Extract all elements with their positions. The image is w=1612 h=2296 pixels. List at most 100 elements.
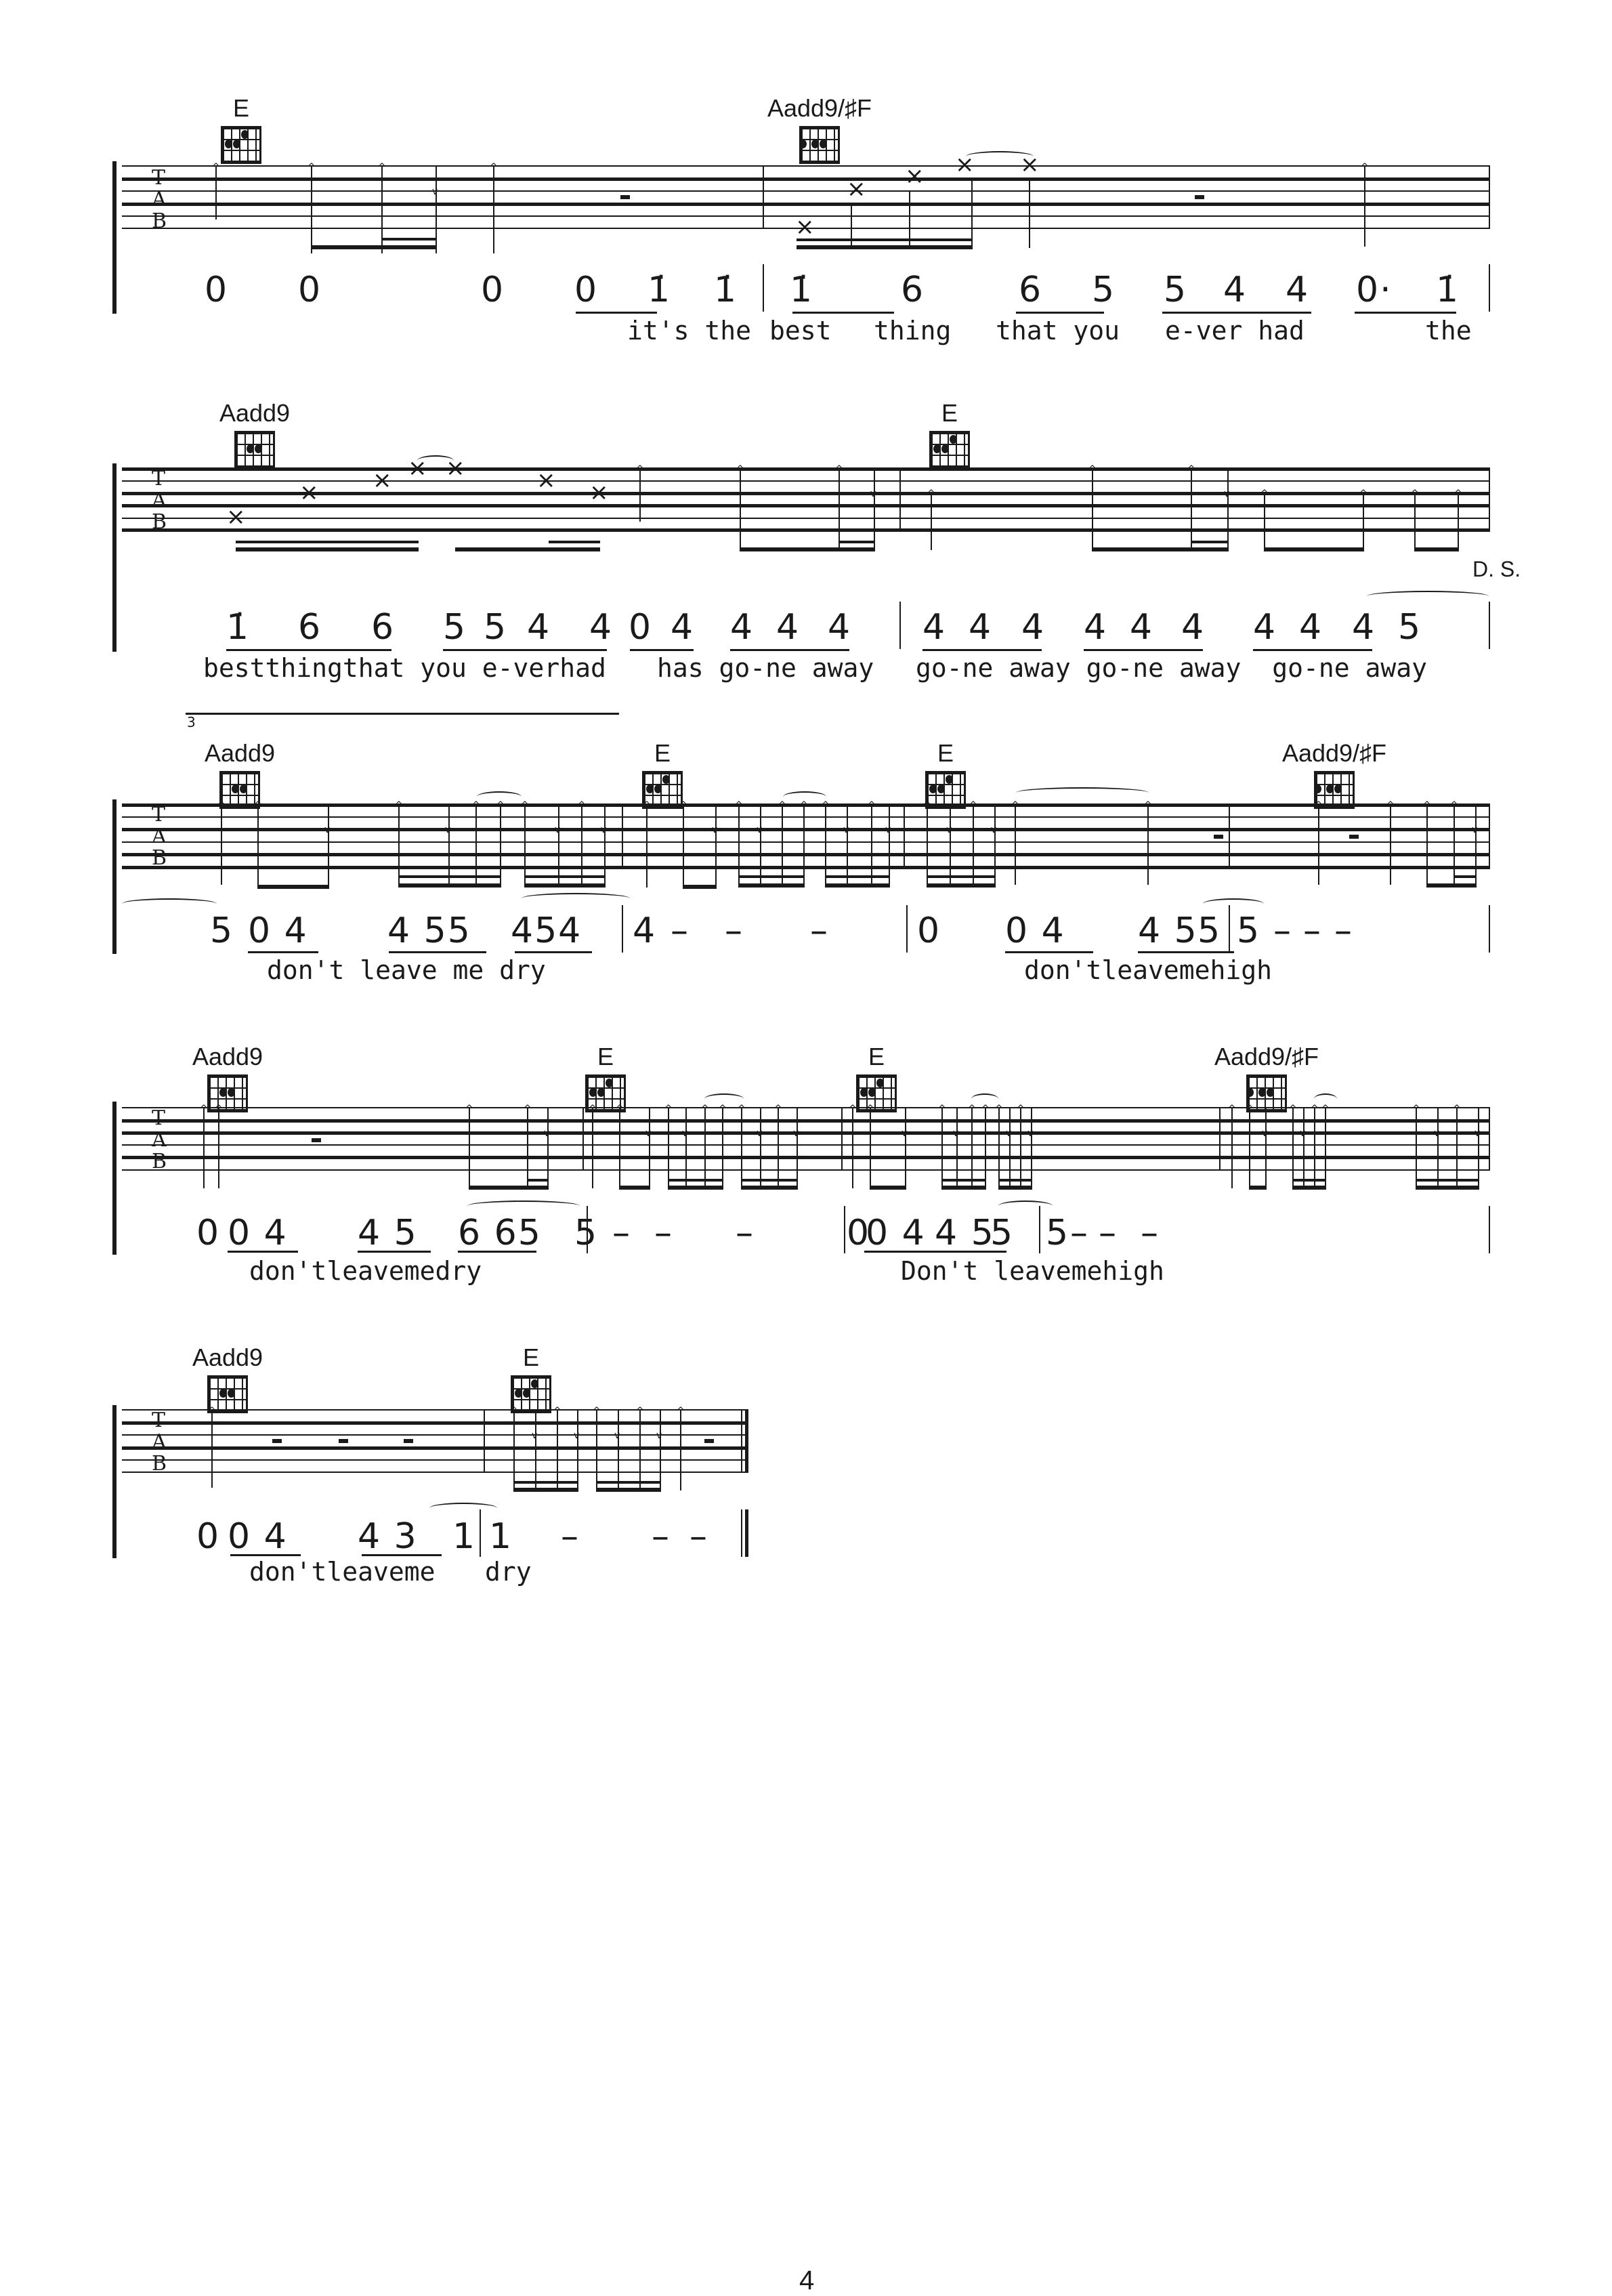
beat-underline: [792, 312, 894, 314]
chord-name: E: [868, 1043, 885, 1070]
beat-underline: [1138, 951, 1234, 953]
strum-arrow-up: ^: [835, 465, 843, 550]
arrowhead-up-icon: ^: [616, 1104, 624, 1114]
staff-line: [122, 203, 1490, 206]
arrowhead-down-icon: v: [324, 825, 331, 835]
jianpu-note: 4 5: [1138, 911, 1198, 951]
arrowhead-down-icon: v: [1472, 825, 1478, 835]
jianpu-note: 454: [511, 911, 582, 951]
lyric: bestthingthat you e-verhad: [203, 653, 606, 683]
finger-dot: [515, 1389, 522, 1398]
staff-line: [122, 1119, 1490, 1123]
finger-dot: [1258, 1088, 1266, 1097]
beam: [257, 885, 329, 889]
arrowhead-down-icon: v: [1006, 1128, 1012, 1139]
arrowhead-up-icon: ^: [778, 800, 786, 811]
beat-underline: [362, 1554, 442, 1556]
tie: [477, 791, 522, 802]
arrowhead-down-icon: v: [902, 1128, 908, 1139]
jianpu-note: 1̇: [714, 270, 738, 310]
arrowhead-down-icon: v: [885, 825, 891, 835]
beat-underline: [1355, 312, 1456, 314]
tie: [1203, 898, 1264, 909]
muted-note: ×: [905, 163, 925, 190]
barline: [899, 467, 901, 531]
strum-arrow-up-arpeggio: ^: [636, 465, 644, 522]
muted-note: ×: [847, 175, 866, 203]
beat-underline: [443, 649, 607, 651]
arrowhead-up-icon: ^: [677, 1406, 685, 1417]
arrowhead-up-icon: ^: [1260, 488, 1269, 499]
strum-arrow-up: ^: [866, 1104, 874, 1188]
system-bracket: [112, 1405, 122, 1558]
measure-bar: [1039, 1206, 1040, 1253]
strum-arrow-up: ^: [524, 1104, 532, 1188]
beat-underline: [458, 1251, 536, 1253]
lyric: thing: [874, 316, 952, 346]
strum-arrow-up: ^: [1361, 163, 1369, 247]
muted-note: ×: [226, 503, 246, 530]
arrowhead-down-icon: v: [991, 825, 997, 835]
arrowhead-up-icon: ^: [208, 1406, 216, 1417]
finger-dot: [531, 1379, 538, 1388]
finger-dot: [929, 785, 937, 793]
strum-arrow-up: ^: [1411, 489, 1419, 550]
jianpu-note: 6 65: [458, 1213, 542, 1253]
measure-bar: [480, 1509, 481, 1557]
finger-dot: [228, 1389, 235, 1398]
beat-underline: [226, 649, 391, 651]
strum-arrow-up: ^: [616, 1104, 624, 1188]
beat-underline: [515, 951, 592, 953]
arrowhead-up-icon: ^: [1088, 464, 1097, 475]
beam: [740, 547, 875, 551]
rest: [404, 1439, 413, 1443]
finger-dot: [820, 140, 827, 148]
arrowhead-up-icon: ^: [1321, 1104, 1330, 1114]
beam: [1292, 1179, 1326, 1182]
strum-arrow-up: ^: [1321, 1104, 1330, 1188]
tab-clef-t: T: [152, 1106, 166, 1130]
arrowhead-up-icon: ^: [254, 800, 262, 811]
system-bracket: [112, 1102, 122, 1255]
jianpu-note: 0·: [1356, 270, 1393, 310]
chord-e: E: [918, 740, 973, 809]
beam: [1292, 1186, 1326, 1190]
staff-line: [122, 816, 1490, 818]
strum-arrow-up: ^: [1423, 801, 1431, 888]
chord-name: E: [941, 399, 958, 427]
arrowhead-up-icon: ^: [927, 488, 935, 499]
beam: [1414, 547, 1459, 551]
strum-arrow-up: ^: [736, 465, 744, 550]
lyric: the: [1425, 316, 1472, 346]
strum-arrow-up: ^: [1187, 465, 1195, 550]
staff-line: [122, 1169, 1490, 1171]
strum-arrow-up: ^: [938, 1104, 946, 1188]
jianpu-note: 4: [527, 607, 551, 648]
jianpu-note: 0: [629, 607, 653, 648]
beam: [513, 1488, 578, 1492]
jianpu-note: 5: [574, 1213, 599, 1253]
arrowhead-up-icon: ^: [1412, 1104, 1420, 1114]
barline: [1219, 1107, 1221, 1171]
jianpu-note: 6: [901, 270, 925, 310]
arrowhead-down-icon: v: [757, 1128, 763, 1139]
chord-diagram-e: [221, 126, 261, 164]
beam: [398, 883, 501, 888]
tab-clef-t: T: [152, 166, 166, 190]
tab-clef-t: T: [152, 803, 166, 827]
strum-arrow-up: ^: [200, 1104, 208, 1188]
strum-arrow-up: ^: [981, 1104, 990, 1188]
finger-dot: [937, 785, 945, 793]
staff-line: [122, 1446, 745, 1450]
jianpu-note: –: [736, 1213, 755, 1253]
strum-arrow-up: ^: [1017, 1104, 1025, 1188]
staff-line: [122, 1156, 1490, 1159]
strum-arrow-up: ^: [1289, 1104, 1297, 1188]
finger-dot: [233, 140, 240, 148]
tie: [1367, 591, 1489, 602]
beam: [927, 883, 996, 888]
beam: [1264, 547, 1364, 551]
beam: [524, 883, 606, 888]
strum-arrow-down: v: [656, 1409, 662, 1490]
arrowhead-down-icon: v: [1300, 1128, 1306, 1139]
